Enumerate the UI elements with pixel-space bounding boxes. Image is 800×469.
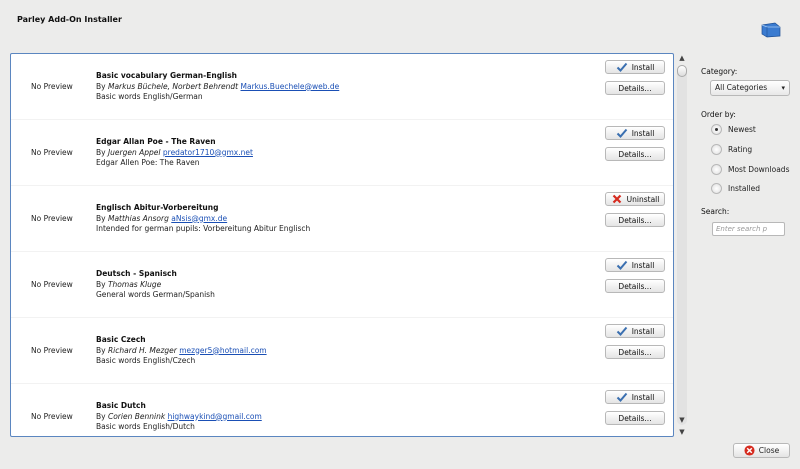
addon-author: Juergen Appel: [107, 147, 161, 157]
search-label: Search:: [701, 207, 730, 216]
scroll-up-arrow-icon[interactable]: ▲: [676, 53, 688, 63]
addon-name: Deutsch - Spanisch: [96, 269, 177, 278]
install-button[interactable]: Install: [605, 390, 665, 404]
close-icon: [744, 445, 755, 456]
by-prefix: By: [96, 279, 108, 289]
addon-description: Basic words English/Czech: [96, 356, 196, 365]
checkmark-icon: [616, 260, 627, 270]
install-button[interactable]: Install: [605, 60, 665, 74]
scroll-thumb[interactable]: [677, 65, 687, 77]
category-select[interactable]: All Categories ▾: [710, 80, 790, 96]
checkmark-icon: [616, 326, 627, 336]
order-by-label: Order by:: [701, 110, 736, 119]
radio-indicator[interactable]: [711, 182, 722, 194]
checkmark-icon: [616, 392, 627, 402]
install-button[interactable]: Install: [605, 324, 665, 338]
preview-placeholder: No Preview: [31, 412, 73, 421]
by-prefix: By: [96, 213, 108, 223]
details-button[interactable]: Details...: [605, 81, 665, 95]
order-most-downloads-radio[interactable]: Most Downloads: [711, 163, 789, 175]
list-item[interactable]: No Preview Basic Dutch By Corien Bennink…: [11, 384, 673, 436]
details-button[interactable]: Details...: [605, 147, 665, 161]
addon-name: Basic Dutch: [96, 401, 146, 410]
category-label: Category:: [701, 67, 738, 76]
author-email-link[interactable]: predator1710@gmx.net: [163, 148, 253, 157]
by-prefix: By: [96, 147, 108, 157]
addon-author: Richard H. Mezger: [107, 345, 177, 355]
details-button[interactable]: Details...: [605, 411, 665, 425]
addon-author: Corien Bennink: [107, 411, 166, 421]
by-prefix: By: [96, 411, 108, 421]
addon-author: Markus Büchele, Norbert Behrendt: [107, 81, 239, 91]
list-item[interactable]: No Preview Edgar Allan Poe - The Raven B…: [11, 120, 673, 186]
addon-description: Edgar Allen Poe: The Raven: [96, 158, 200, 167]
details-button[interactable]: Details...: [605, 213, 665, 227]
addon-description: General words German/Spanish: [96, 290, 215, 299]
details-button[interactable]: Details...: [605, 279, 665, 293]
addon-description: Basic words English/Dutch: [96, 422, 195, 431]
scroll-track[interactable]: [677, 65, 687, 425]
search-input[interactable]: Enter search p: [712, 222, 785, 236]
checkmark-icon: [616, 128, 627, 138]
addon-name: Basic Czech: [96, 335, 146, 344]
details-button[interactable]: Details...: [605, 345, 665, 359]
author-email-link[interactable]: Markus.Buechele@web.de: [241, 82, 340, 91]
addon-list[interactable]: No Preview Basic vocabulary German-Engli…: [10, 53, 674, 437]
checkmark-icon: [616, 62, 627, 72]
uninstall-button[interactable]: Uninstall: [605, 192, 665, 206]
addon-description: Intended for german pupils: Vorbereitung…: [96, 224, 311, 233]
author-email-link[interactable]: aNsis@gmx.de: [171, 214, 227, 223]
preview-placeholder: No Preview: [31, 280, 73, 289]
preview-placeholder: No Preview: [31, 346, 73, 355]
scroll-down-arrow-icon[interactable]: ▼: [676, 415, 688, 425]
order-installed-radio[interactable]: Installed: [711, 182, 760, 194]
preview-placeholder: No Preview: [31, 82, 73, 91]
order-newest-radio[interactable]: Newest: [711, 123, 756, 135]
list-item[interactable]: No Preview Deutsch - Spanisch By Thomas …: [11, 252, 673, 318]
remove-x-icon: [612, 194, 621, 204]
radio-indicator[interactable]: [711, 123, 722, 135]
by-prefix: By: [96, 345, 108, 355]
author-email-link[interactable]: mezger5@hotmail.com: [179, 346, 266, 355]
order-rating-radio[interactable]: Rating: [711, 143, 752, 155]
list-item[interactable]: No Preview Basic Czech By Richard H. Mez…: [11, 318, 673, 384]
install-button[interactable]: Install: [605, 126, 665, 140]
list-item[interactable]: No Preview Englisch Abitur-Vorbereitung …: [11, 186, 673, 252]
close-button[interactable]: Close: [733, 443, 790, 458]
category-value: All Categories: [715, 83, 768, 92]
addon-name: Basic vocabulary German-English: [96, 71, 238, 80]
list-scrollbar[interactable]: ▲ ▼ ▼: [676, 53, 688, 437]
list-item[interactable]: No Preview Basic vocabulary German-Engli…: [11, 54, 673, 120]
by-prefix: By: [96, 81, 108, 91]
preview-placeholder: No Preview: [31, 148, 73, 157]
radio-indicator[interactable]: [711, 143, 722, 155]
author-email-link[interactable]: highwaykind@gmail.com: [168, 412, 262, 421]
install-button[interactable]: Install: [605, 258, 665, 272]
addon-author: Matthias Ansorg: [107, 213, 169, 223]
addon-author: Thomas Kluge: [107, 279, 162, 289]
addon-package-icon: [761, 22, 781, 38]
scroll-down-arrow-icon[interactable]: ▼: [676, 427, 688, 437]
chevron-down-icon: ▾: [781, 84, 785, 92]
radio-indicator[interactable]: [711, 163, 722, 175]
window-title: Parley Add-On Installer: [17, 15, 122, 24]
addon-name: Englisch Abitur-Vorbereitung: [96, 203, 219, 212]
preview-placeholder: No Preview: [31, 214, 73, 223]
addon-description: Basic words English/German: [96, 92, 203, 101]
addon-name: Edgar Allan Poe - The Raven: [96, 137, 216, 146]
